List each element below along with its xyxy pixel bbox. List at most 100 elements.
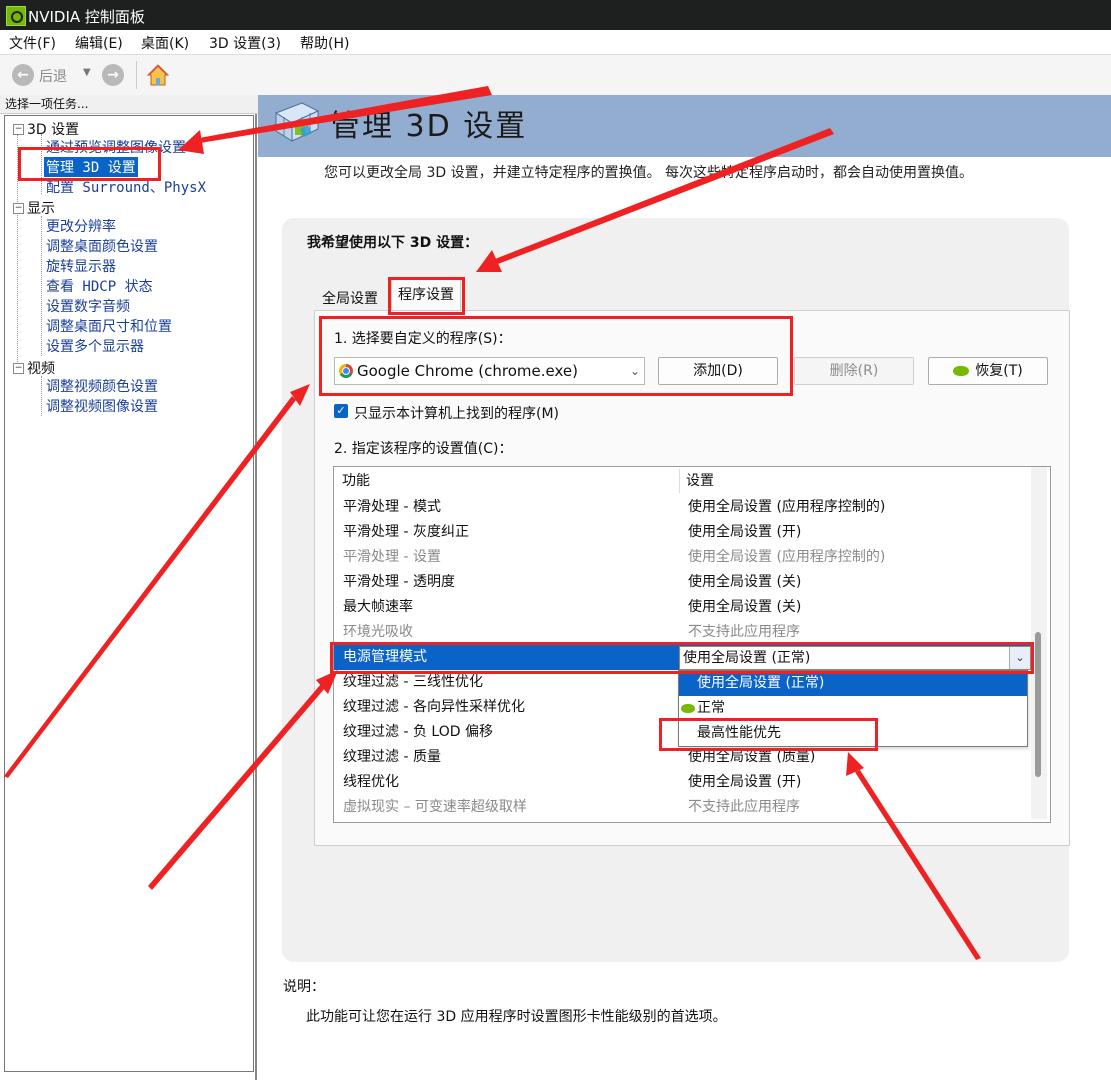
row-feature: 纹理过滤 - 三线性优化	[343, 674, 483, 690]
back-history-dropdown-icon[interactable]: ▼	[83, 67, 91, 78]
home-icon[interactable]	[146, 63, 170, 87]
row-feature: 平滑处理 - 透明度	[343, 574, 455, 590]
tree-group-3d-settings[interactable]: 3D 设置	[27, 119, 79, 139]
page-description: 您可以更改全局 3D 设置，并建立特定程序的置换值。 每次这些特定程序启动时，都…	[324, 165, 974, 181]
table-row[interactable]: 最大帧速率 使用全局设置 (关)	[334, 595, 1034, 620]
row-feature: 平滑处理 - 模式	[343, 499, 441, 515]
tab-global-settings[interactable]: 全局设置	[322, 288, 378, 308]
tree-item-desktop-size[interactable]: 调整桌面尺寸和位置	[46, 316, 172, 336]
nvidia-app-icon	[6, 6, 26, 26]
add-button[interactable]: 添加(D)	[658, 357, 778, 385]
tree-group-video[interactable]: 视频	[27, 358, 55, 378]
chevron-down-icon: ⌄	[629, 364, 640, 378]
tree-group-display[interactable]: 显示	[27, 198, 55, 218]
row-feature: 线程优化	[343, 774, 399, 790]
panel-title: 我希望使用以下 3D 设置：	[307, 235, 479, 251]
tree-item-multiple-displays[interactable]: 设置多个显示器	[46, 336, 144, 356]
nvidia-logo-icon	[953, 366, 970, 376]
table-row[interactable]: 线程优化 使用全局设置 (开)	[334, 770, 1034, 795]
dropdown-option-label: 正常	[697, 700, 725, 716]
tree-line	[41, 134, 42, 194]
delete-button[interactable]: 删除(R)	[794, 357, 914, 385]
row-feature: 环境光吸收	[343, 624, 413, 640]
row-feature: 虚拟现实 – 可变速率超级取样	[343, 799, 527, 815]
window-title: NVIDIA 控制面板	[28, 8, 145, 26]
row-setting: 使用全局设置 (应用程序控制的)	[688, 549, 886, 565]
table-row[interactable]: 平滑处理 - 灰度纠正 使用全局设置 (开)	[334, 520, 1034, 545]
menu-file[interactable]: 文件(F)	[9, 33, 56, 53]
row-feature: 平滑处理 - 设置	[343, 549, 441, 565]
row-setting: 使用全局设置 (开)	[688, 774, 802, 790]
step1-label: 1. 选择要自定义的程序(S)：	[334, 331, 512, 347]
tree-item-hdcp-status[interactable]: 查看 HDCP 状态	[46, 276, 153, 296]
menu-help[interactable]: 帮助(H)	[300, 33, 349, 53]
title-bar: NVIDIA 控制面板	[0, 0, 1111, 30]
power-mode-combo-value: 使用全局设置 (正常)	[683, 650, 811, 666]
task-panel-header: 选择一项任务...	[0, 95, 258, 114]
toolbar-divider	[136, 61, 137, 89]
row-feature: 纹理过滤 - 质量	[343, 749, 441, 765]
show-found-programs-checkbox[interactable]: ✓	[334, 404, 348, 418]
tree-item-change-resolution[interactable]: 更改分辨率	[46, 216, 116, 236]
tree-item-rotate-display[interactable]: 旋转显示器	[46, 256, 116, 276]
column-header-feature[interactable]: 功能	[342, 467, 370, 493]
collapse-video-icon[interactable]: −	[13, 363, 24, 374]
tree-line	[41, 216, 42, 356]
tree-item-video-color[interactable]: 调整视频颜色设置	[46, 376, 158, 396]
back-button-label[interactable]: 后退	[39, 66, 67, 86]
menu-desktop[interactable]: 桌面(K)	[141, 33, 189, 53]
table-row[interactable]: 环境光吸收 不支持此应用程序	[334, 620, 1034, 645]
tree-line	[41, 376, 42, 416]
column-separator	[679, 469, 680, 493]
table-row[interactable]: 平滑处理 - 设置 使用全局设置 (应用程序控制的)	[334, 545, 1034, 570]
row-setting: 使用全局设置 (关)	[688, 574, 802, 590]
chrome-icon	[339, 364, 353, 378]
page-banner: 管理 3D 设置	[258, 95, 1111, 157]
restore-button[interactable]: 恢复(T)	[928, 357, 1048, 385]
table-row[interactable]: 平滑处理 - 模式 使用全局设置 (应用程序控制的)	[334, 495, 1034, 520]
tree-item-preview-image-settings[interactable]: 通过预览调整图像设置	[46, 137, 186, 157]
tab-program-settings[interactable]: 程序设置	[391, 279, 461, 310]
column-header-setting[interactable]: 设置	[686, 467, 714, 493]
power-mode-combo[interactable]: 使用全局设置 (正常) ⌄	[679, 646, 1031, 670]
program-select[interactable]: Google Chrome (chrome.exe) ⌄	[334, 357, 645, 385]
collapse-3d-icon[interactable]: −	[13, 124, 24, 135]
menu-edit[interactable]: 编辑(E)	[75, 33, 123, 53]
table-scrollbar-thumb[interactable]	[1035, 632, 1041, 777]
row-feature: 纹理过滤 - 负 LOD 偏移	[343, 724, 493, 740]
row-setting: 不支持此应用程序	[688, 799, 800, 815]
tree-item-video-image[interactable]: 调整视频图像设置	[46, 396, 158, 416]
chevron-down-icon[interactable]: ⌄	[1009, 647, 1030, 669]
row-feature: 纹理过滤 - 各向异性采样优化	[343, 699, 525, 715]
collapse-display-icon[interactable]: −	[13, 203, 24, 214]
explanation-title: 说明：	[283, 979, 325, 995]
task-tree: − 3D 设置 通过预览调整图像设置 管理 3D 设置 配置 Surround、…	[4, 115, 254, 1072]
show-found-programs-label[interactable]: 只显示本计算机上找到的程序(M)	[354, 403, 559, 423]
row-setting: 使用全局设置 (质量)	[688, 749, 816, 765]
tree-line	[17, 128, 18, 368]
table-row[interactable]: 纹理过滤 - 质量 使用全局设置 (质量)	[334, 745, 1034, 770]
dropdown-option-label: 使用全局设置 (正常)	[697, 675, 825, 691]
menu-3d-settings[interactable]: 3D 设置(3)	[209, 33, 281, 53]
table-row-power-management[interactable]: 电源管理模式 使用全局设置 (正常) ⌄	[334, 645, 1034, 670]
task-panel: 选择一项任务... − 3D 设置 通过预览调整图像设置 管理 3D 设置 配置…	[0, 95, 258, 1080]
table-row[interactable]: 虚拟现实 – 可变速率超级取样 不支持此应用程序	[334, 795, 1034, 820]
tree-item-surround-physx[interactable]: 配置 Surround、PhysX	[46, 177, 206, 197]
forward-arrow-icon[interactable]: →	[102, 64, 124, 86]
dropdown-option-label: 最高性能优先	[697, 725, 781, 741]
dropdown-option-max-performance[interactable]: 最高性能优先	[679, 721, 1027, 746]
tree-item-desktop-color[interactable]: 调整桌面颜色设置	[46, 236, 158, 256]
row-setting: 不支持此应用程序	[688, 624, 800, 640]
dropdown-option-normal[interactable]: 正常	[679, 696, 1027, 721]
tree-item-digital-audio[interactable]: 设置数字音频	[46, 296, 130, 316]
tree-item-manage-3d-settings[interactable]: 管理 3D 设置	[44, 157, 138, 177]
back-arrow-icon[interactable]: ←	[12, 64, 34, 86]
table-row[interactable]: 平滑处理 - 透明度 使用全局设置 (关)	[334, 570, 1034, 595]
step2-label: 2. 指定该程序的设置值(C)：	[334, 441, 513, 457]
power-mode-dropdown-list: 使用全局设置 (正常) 正常 最高性能优先	[678, 670, 1028, 747]
row-feature: 平滑处理 - 灰度纠正	[343, 524, 469, 540]
3d-grid-icon	[274, 102, 320, 142]
row-setting: 使用全局设置 (关)	[688, 599, 802, 615]
dropdown-option-use-global[interactable]: 使用全局设置 (正常)	[679, 671, 1027, 696]
program-select-value: Google Chrome (chrome.exe)	[357, 362, 578, 380]
